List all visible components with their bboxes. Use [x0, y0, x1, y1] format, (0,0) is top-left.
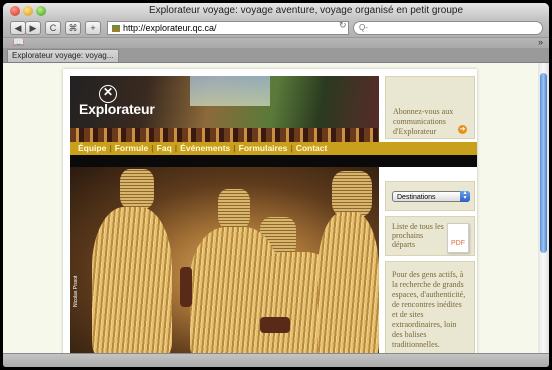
back-button[interactable]: ◀ [10, 21, 26, 35]
nav-separator: | [109, 143, 112, 153]
newsletter-box[interactable]: Abonnez-vous aux communications d'Explor… [385, 76, 475, 139]
url-reload-icon[interactable]: ↻ [339, 20, 347, 31]
destinations-select[interactable]: Destinations ▴ ▾ [392, 190, 470, 202]
header-banner: ✕ Explorateur [70, 76, 379, 142]
add-bookmark-button[interactable]: + [85, 21, 101, 35]
departures-text: Liste de tous les prochains départs [392, 222, 444, 249]
photo-grass-costume-left [92, 207, 172, 353]
vertical-scrollbar[interactable] [538, 63, 549, 353]
browser-toolbar: ◀ ▶ C ⌘ + http://explorateur.qc.ca/ ↻ Q- [3, 19, 549, 37]
photo-mask-mid [218, 189, 250, 229]
tagline-text: Pour des gens actifs, à la recherche de … [392, 270, 466, 349]
tab-bar: Explorateur voyage: voyag... [3, 48, 549, 63]
address-bar[interactable]: http://explorateur.qc.ca/ [107, 21, 349, 35]
site-page: ✕ Explorateur Équipe | Formule | Faq | Événeme… [63, 69, 477, 353]
nav-item-faq[interactable]: Faq [157, 143, 172, 153]
photo-grass-costume-right [318, 212, 379, 353]
banner-sky [190, 76, 270, 106]
forward-button[interactable]: ▶ [25, 21, 41, 35]
banner-pattern [70, 128, 379, 142]
photo-mask-right [332, 171, 372, 217]
main-nav: Équipe | Formule | Faq | Événements | Formulaire… [70, 142, 477, 155]
departures-box[interactable]: Liste de tous les prochains départs PDF [385, 216, 475, 256]
nav-underline-band [70, 155, 477, 167]
nav-separator: | [290, 143, 293, 153]
photo-arm [180, 267, 192, 307]
back-arrow-icon: ◀ [14, 23, 22, 33]
logo-x-icon: ✕ [103, 85, 114, 99]
reload-icon: C [49, 23, 57, 33]
photo-hands [260, 317, 290, 333]
nav-item-equipe[interactable]: Équipe [78, 143, 106, 153]
plus-icon: + [90, 23, 96, 33]
tab-active[interactable]: Explorateur voyage: voyag... [7, 49, 119, 62]
hero-photo: Nicolas Pissot [70, 167, 379, 353]
minimize-window-button[interactable] [23, 6, 33, 16]
nav-separator: | [174, 143, 178, 153]
select-chevron-icon: ▴ ▾ [460, 190, 470, 202]
pdf-icon-label: PDF [451, 240, 465, 247]
status-bar [3, 353, 549, 367]
snapback-icon: ⌘ [68, 23, 78, 33]
photo-credit: Nicolas Pissot [73, 275, 79, 307]
destinations-box: Destinations ▴ ▾ [385, 181, 475, 211]
zoom-window-button[interactable] [36, 6, 46, 16]
nav-item-contact[interactable]: Contact [296, 143, 328, 153]
destinations-select-label: Destinations [397, 194, 436, 201]
bookmarks-book-icon[interactable]: 📖 [13, 37, 24, 48]
nav-item-evenements[interactable]: Événements [180, 143, 230, 153]
close-window-button[interactable] [10, 6, 20, 16]
browser-window: Explorateur voyage: voyage aventure, voy… [3, 3, 549, 367]
title-bar: Explorateur voyage: voyage aventure, voy… [3, 3, 549, 19]
newsletter-text: Abonnez-vous aux communications d'Explor… [393, 107, 454, 136]
reload-button[interactable]: C [45, 21, 61, 35]
forward-arrow-icon: ▶ [29, 23, 37, 33]
pdf-icon[interactable]: PDF [447, 223, 469, 253]
site-logo[interactable]: Explorateur [79, 101, 155, 117]
search-field[interactable]: Q- [353, 21, 543, 35]
tagline-box: Pour des gens actifs, à la recherche de … [385, 261, 475, 353]
photo-mask-left [120, 169, 154, 209]
snapback-button[interactable]: ⌘ [65, 21, 81, 35]
search-icon: Q- [359, 23, 368, 32]
window-title: Explorateur voyage: voyage aventure, voy… [148, 5, 464, 16]
overflow-chevron-icon[interactable]: » [538, 37, 543, 47]
scrollbar-thumb[interactable] [540, 73, 547, 253]
url-text: http://explorateur.qc.ca/ [123, 23, 217, 33]
nav-separator: | [233, 143, 236, 153]
favicon-icon [112, 25, 120, 32]
nav-item-formule[interactable]: Formule [115, 143, 149, 153]
nav-separator: | [151, 143, 154, 153]
nav-item-formulaires[interactable]: Formulaires [239, 143, 288, 153]
arrow-right-icon[interactable]: ➜ [458, 125, 467, 134]
web-content: ✕ Explorateur Équipe | Formule | Faq | Événeme… [3, 63, 538, 353]
